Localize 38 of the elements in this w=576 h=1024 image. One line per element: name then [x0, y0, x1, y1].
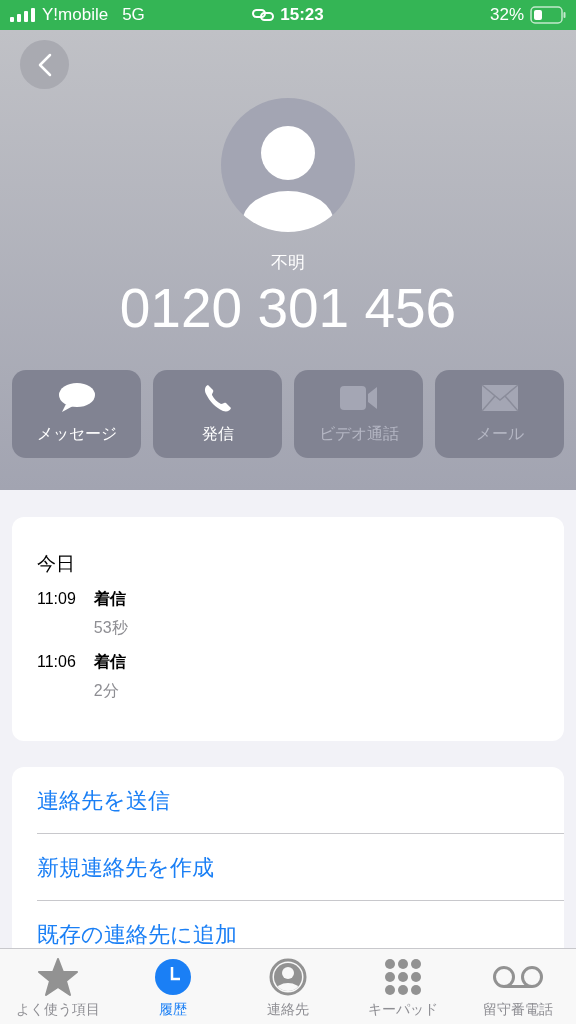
- signal-icon: [10, 8, 36, 22]
- avatar-icon: [221, 98, 355, 232]
- day-heading: 今日: [37, 552, 76, 576]
- person-icon: [269, 958, 307, 996]
- envelope-icon: [480, 383, 519, 412]
- link-icon: [252, 8, 275, 22]
- video-camera-icon: [339, 384, 378, 411]
- action-button[interactable]: 発信: [153, 369, 282, 458]
- call-duration: 53秒: [93, 617, 128, 638]
- battery-icon: [530, 6, 566, 24]
- keypad-icon: [384, 958, 423, 996]
- call-type: 着信: [93, 651, 126, 672]
- option-link[interactable]: 既存の連絡先に追加: [37, 918, 237, 951]
- call-duration: 2分: [93, 680, 120, 701]
- clock-time: 15:23: [280, 4, 324, 27]
- tab[interactable]: よく使う項目: [0, 949, 116, 1024]
- call-time: 11:09: [37, 588, 76, 609]
- option-link[interactable]: 新規連絡先を作成: [37, 850, 214, 884]
- call-time: 11:06: [37, 651, 76, 672]
- tab[interactable]: 履歴: [115, 949, 231, 1024]
- message-icon: [57, 381, 96, 414]
- tab[interactable]: 連絡先: [230, 949, 346, 1024]
- clock-icon: [153, 958, 192, 996]
- battery-percent: 32%: [490, 4, 524, 27]
- network-type: 5G: [122, 4, 145, 27]
- tab[interactable]: キーパッド: [345, 949, 461, 1024]
- option-link[interactable]: 連絡先を送信: [37, 783, 170, 817]
- back-icon: [37, 52, 52, 77]
- call-type: 着信: [93, 588, 127, 609]
- star-icon: [37, 958, 78, 996]
- tab[interactable]: 留守番電話: [460, 949, 576, 1024]
- phone-number: 0120 301 456: [119, 275, 457, 340]
- voicemail-icon: [492, 965, 545, 989]
- action-button[interactable]: メッセージ: [12, 369, 141, 458]
- back-button[interactable]: [20, 40, 69, 89]
- carrier-name: Y!mobile: [42, 4, 109, 27]
- contact-label: 不明: [271, 252, 305, 274]
- phone-icon: [202, 382, 233, 413]
